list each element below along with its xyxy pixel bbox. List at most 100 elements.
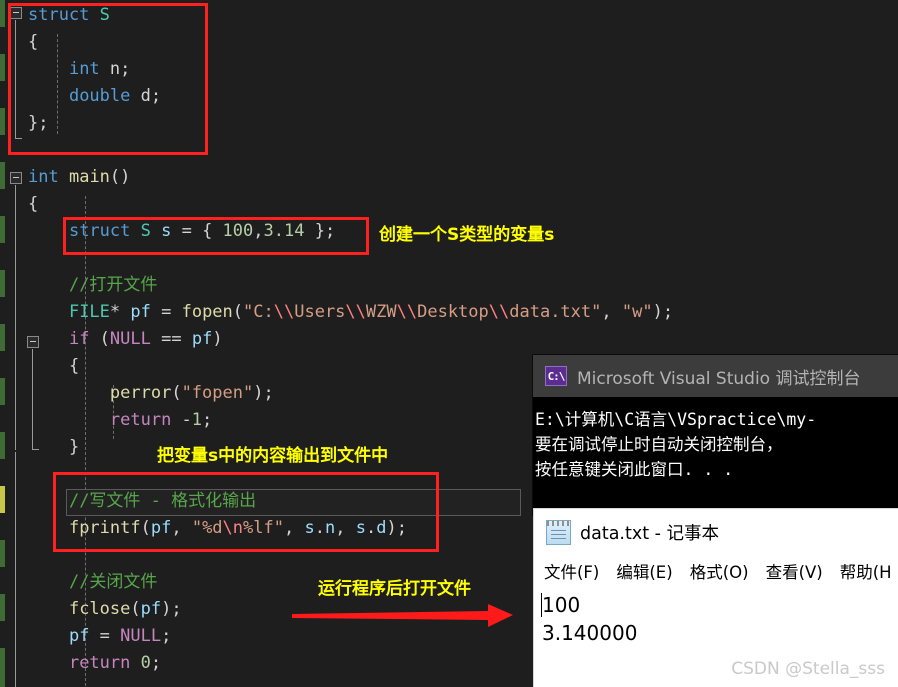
code-token: ); — [386, 518, 407, 538]
code-token: s — [161, 221, 172, 241]
code-token: double — [68, 86, 131, 106]
code-token: * — [109, 302, 131, 322]
code-line: double d; — [28, 83, 161, 110]
notepad-menu-item-4[interactable]: 帮助(H — [840, 559, 892, 583]
code-line: struct S s = { 100,3.14 }; — [28, 218, 335, 245]
vs-debug-console-window[interactable]: C:\ Microsoft Visual Studio 调试控制台 E:\计算机… — [533, 355, 898, 515]
code-token: struct — [68, 221, 141, 241]
code-token: struct — [28, 5, 100, 25]
annotation-output-to-file: 把变量s中的内容输出到文件中 — [157, 446, 389, 466]
code-token: pf — [140, 599, 162, 619]
code-token: { — [28, 356, 80, 376]
code-token: 1 — [191, 410, 203, 430]
code-line: //写文件 - 格式化输出 — [28, 488, 256, 515]
code-token: Desktop — [417, 302, 489, 322]
code-token: fopen — [181, 302, 233, 322]
code-token: d — [376, 518, 387, 538]
code-token: \\ — [488, 302, 510, 322]
code-token: , — [171, 518, 192, 538]
notepad-title-bar[interactable]: data.txt - 记事本 — [534, 509, 898, 555]
code-token: \\ — [273, 302, 295, 322]
code-token: int — [28, 167, 59, 187]
code-token: n; — [99, 59, 131, 79]
code-line: struct S — [28, 2, 110, 29]
notepad-content-line: 100 — [542, 593, 581, 617]
code-token: \\ — [396, 302, 418, 322]
code-token: pf — [150, 518, 172, 538]
code-token: n — [324, 518, 336, 538]
code-token: NULL — [109, 329, 151, 349]
code-token: //写文件 - 格式化输出 — [68, 491, 257, 511]
notepad-menu-item-1[interactable]: 编辑(E) — [616, 559, 672, 583]
notepad-menu-item-0[interactable]: 文件(F) — [544, 559, 599, 583]
code-token: %lf" — [243, 518, 284, 538]
code-token: ( — [171, 383, 182, 403]
code-token: return — [109, 410, 172, 430]
code-line: //关闭文件 — [28, 569, 157, 596]
code-token: s — [304, 518, 315, 538]
watermark: CSDN @Stella_sss — [731, 659, 885, 679]
annotation-arrow — [292, 603, 514, 629]
code-token: //打开文件 — [68, 275, 158, 295]
console-output: E:\计算机\C语言\VSpractice\my- 要在调试停止时自动关闭控制台… — [533, 397, 898, 515]
code-line: return -1; — [28, 407, 212, 434]
code-token: d; — [130, 86, 162, 106]
console-title-bar[interactable]: C:\ Microsoft Visual Studio 调试控制台 — [533, 355, 898, 397]
code-token: } — [28, 437, 80, 457]
code-token: { — [28, 194, 39, 214]
code-token: pf — [68, 626, 90, 646]
notepad-menu-item-3[interactable]: 查看(V) — [766, 559, 823, 583]
notepad-menu-bar[interactable]: 文件(F) 编辑(E) 格式(O) 查看(V) 帮助(H — [534, 555, 898, 587]
code-token: pf — [130, 302, 151, 322]
code-token: pf — [191, 329, 213, 349]
code-token: , — [601, 302, 622, 322]
code-token: ) — [212, 329, 223, 349]
code-token: 100 — [222, 221, 254, 241]
code-token: ( — [232, 302, 244, 322]
code-token: return — [68, 653, 131, 673]
code-token: ; — [150, 653, 162, 673]
code-token: NULL — [120, 626, 162, 646]
code-token: , — [335, 518, 356, 538]
console-icon: C:\ — [545, 366, 567, 386]
code-token: ; — [161, 626, 172, 646]
code-line: pf = NULL; — [28, 623, 171, 650]
code-token: main — [68, 167, 110, 187]
notepad-window[interactable]: data.txt - 记事本 文件(F) 编辑(E) 格式(O) 查看(V) 帮助(H … — [533, 508, 898, 687]
code-line: fclose(pf); — [28, 596, 182, 623]
code-token: "fopen" — [181, 383, 254, 403]
code-token: ( — [89, 329, 110, 349]
code-line: }; — [28, 110, 48, 137]
code-token: ; — [202, 410, 213, 430]
code-token: , — [283, 518, 305, 538]
code-token: = — [150, 302, 182, 322]
code-token: ); — [161, 599, 182, 619]
code-token: S — [99, 5, 110, 25]
code-token: 3.14 — [263, 221, 305, 241]
code-line: //打开文件 — [28, 272, 157, 299]
code-line: { — [28, 29, 38, 56]
code-line: if (NULL == pf) — [28, 326, 223, 353]
code-token: ); — [253, 383, 274, 403]
code-line: return 0; — [28, 650, 161, 677]
notepad-content-line: 3.140000 — [542, 621, 638, 645]
code-line: int main() — [28, 164, 130, 191]
notepad-title-text: data.txt - 记事本 — [580, 523, 720, 544]
notepad-menu-item-2[interactable]: 格式(O) — [690, 559, 749, 583]
code-line: FILE* pf = fopen("C:\\Users\\WZW\\Deskto… — [28, 299, 673, 326]
code-token: "C: — [243, 302, 274, 322]
code-token: data.txt" — [509, 302, 602, 322]
code-token: if — [68, 329, 90, 349]
code-token: fprintf — [68, 518, 141, 538]
